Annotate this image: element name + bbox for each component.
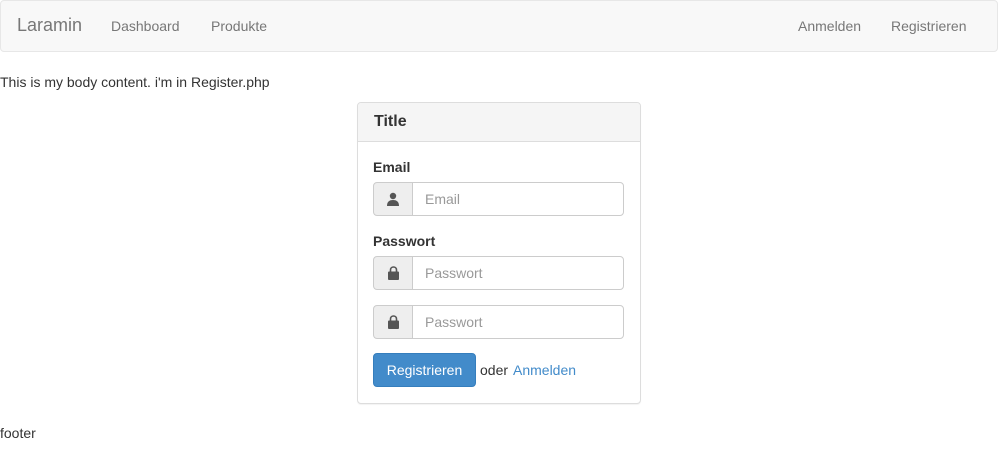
navbar-brand[interactable]: Laramin [17, 15, 82, 36]
password-input-group [373, 256, 624, 290]
body-content-text: This is my body content. i'm in Register… [0, 74, 270, 90]
nav-link-dashboard[interactable]: Dashboard [111, 18, 180, 34]
nav-link-registrieren[interactable]: Registrieren [891, 18, 966, 34]
nav-link-anmelden[interactable]: Anmelden [798, 18, 861, 34]
email-input-group [373, 182, 624, 216]
navbar: Laramin Dashboard Produkte Anmelden Regi… [0, 0, 998, 52]
register-panel: Title Email Passwort Registr [357, 102, 641, 404]
email-label: Email [373, 159, 411, 175]
lock-icon [373, 256, 413, 290]
password-label: Passwort [373, 233, 436, 249]
password-field[interactable] [412, 256, 624, 290]
or-text: oder [480, 362, 509, 378]
password-confirm-input-group [373, 305, 624, 339]
register-button[interactable]: Registrieren [373, 353, 476, 387]
lock-icon [373, 305, 413, 339]
user-icon [373, 182, 413, 216]
nav-link-produkte[interactable]: Produkte [211, 18, 267, 34]
panel-heading: Title [358, 103, 640, 142]
login-link[interactable]: Anmelden [513, 362, 576, 378]
panel-title: Title [374, 113, 407, 130]
password-confirm-field[interactable] [412, 305, 624, 339]
footer-text: footer [0, 425, 36, 441]
email-field[interactable] [412, 182, 624, 216]
